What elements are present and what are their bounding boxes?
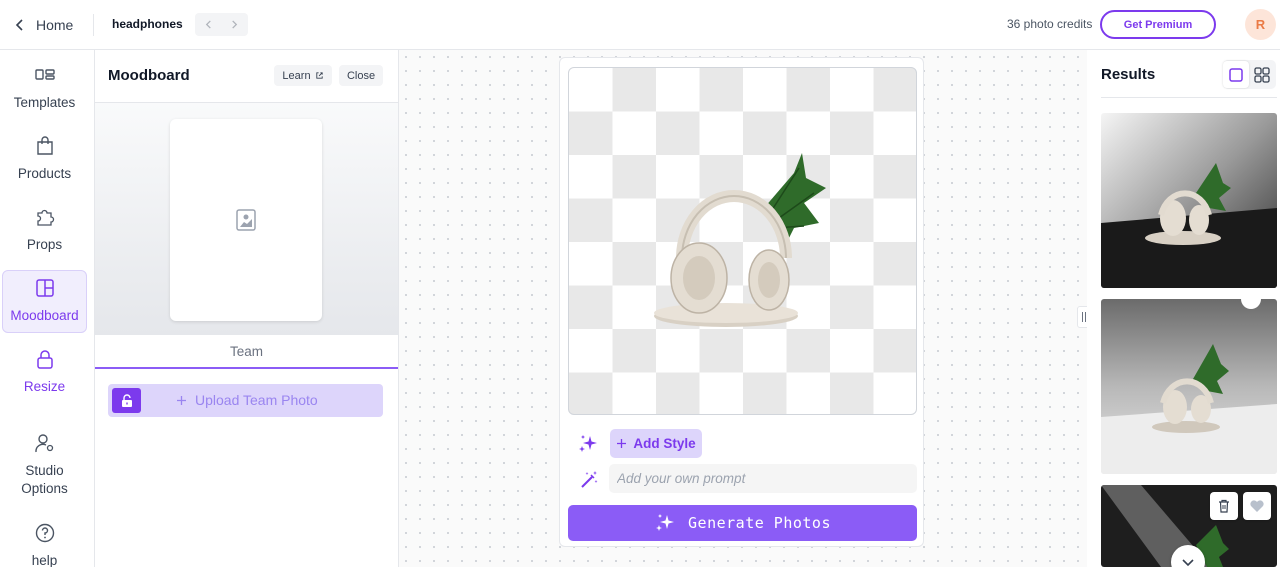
- nav-item-templates[interactable]: Templates: [2, 64, 87, 114]
- nav-item-resize[interactable]: Resize: [2, 348, 87, 398]
- puzzle-icon: [36, 209, 54, 226]
- shopping-bag-icon: [36, 136, 53, 155]
- home-label: Home: [36, 17, 74, 33]
- redo-button[interactable]: [221, 13, 247, 36]
- project-name: headphones: [112, 17, 183, 31]
- canvas-area: Add Style Generate Photos: [399, 50, 1091, 567]
- style-row: Add Style: [568, 428, 917, 460]
- generate-label: Generate Photos: [688, 514, 831, 532]
- generate-photos-button[interactable]: Generate Photos: [568, 505, 917, 541]
- avatar[interactable]: R: [1245, 9, 1276, 40]
- photo-credits: 36 photo credits: [1007, 17, 1093, 31]
- add-style-button[interactable]: Add Style: [610, 429, 702, 458]
- sparkles-icon: [579, 435, 597, 452]
- undo-redo-group: [195, 13, 248, 36]
- heart-icon: [1250, 500, 1264, 512]
- learn-button[interactable]: Learn: [274, 65, 332, 86]
- unlock-badge: [112, 388, 141, 413]
- panel-title: Moodboard: [108, 67, 190, 84]
- plus-icon: [177, 395, 186, 405]
- prompt-row: [568, 464, 917, 496]
- nav-item-studio-options[interactable]: Studio Options: [2, 432, 87, 500]
- close-button[interactable]: Close: [339, 65, 383, 86]
- thumbnail-actions: [1210, 492, 1271, 520]
- headphones-product-image[interactable]: [654, 148, 829, 333]
- results-panel: Results: [1087, 50, 1280, 567]
- divider: [93, 14, 94, 36]
- square-icon: [1229, 67, 1243, 82]
- chevron-down-icon: [1182, 559, 1194, 567]
- single-view-button[interactable]: [1223, 61, 1249, 88]
- moodboard-preview: [95, 102, 398, 335]
- plus-icon: [617, 439, 627, 448]
- chevron-left-icon: [15, 19, 23, 31]
- nav-item-help[interactable]: help: [2, 522, 87, 567]
- top-bar: Home headphones 36 photo credits Get Pre…: [0, 0, 1280, 50]
- moodboard-panel: Moodboard Learn Close Team Upload Team P…: [95, 50, 399, 567]
- get-premium-button[interactable]: Get Premium: [1100, 10, 1216, 39]
- result-thumbnail[interactable]: [1101, 485, 1277, 567]
- tab-team[interactable]: Team: [95, 335, 398, 369]
- editor-card: Add Style Generate Photos: [559, 57, 924, 547]
- chevron-left-icon: [205, 20, 211, 29]
- undo-button[interactable]: [195, 13, 221, 36]
- help-icon: [35, 523, 54, 543]
- learn-label: Learn: [282, 69, 311, 82]
- prompt-input[interactable]: [609, 464, 917, 493]
- moodboard-icon: [35, 279, 54, 297]
- grid-view-button[interactable]: [1249, 61, 1275, 88]
- nav-item-props[interactable]: Props: [2, 206, 87, 256]
- nav-label: Studio Options: [21, 463, 68, 496]
- upload-text: Upload Team Photo: [195, 392, 318, 408]
- chevron-right-icon: [231, 20, 237, 29]
- magic-wand-icon: [581, 471, 598, 488]
- divider: [1101, 97, 1277, 98]
- nav-label: Resize: [23, 379, 66, 394]
- grid-icon: [1254, 66, 1270, 83]
- add-style-label: Add Style: [633, 436, 696, 451]
- upload-label: Upload Team Photo: [176, 392, 318, 408]
- left-nav: Templates Products Props Moodboard Resiz…: [0, 50, 95, 567]
- image-placeholder-icon: [236, 209, 256, 231]
- results-title: Results: [1101, 66, 1156, 83]
- nav-label: help: [31, 553, 58, 567]
- product-canvas[interactable]: [568, 67, 917, 415]
- templates-icon: [34, 69, 55, 80]
- upload-team-photo-button[interactable]: Upload Team Photo: [108, 384, 383, 417]
- result-image: [1101, 113, 1277, 288]
- home-link[interactable]: Home: [14, 14, 73, 36]
- favorite-button[interactable]: [1243, 492, 1271, 520]
- trash-icon: [1219, 499, 1229, 513]
- nav-label: Products: [17, 166, 72, 181]
- nav-item-products[interactable]: Products: [2, 135, 87, 185]
- moodboard-card[interactable]: [170, 119, 322, 321]
- nav-item-moodboard[interactable]: Moodboard: [2, 270, 87, 333]
- delete-button[interactable]: [1210, 492, 1238, 520]
- sparkles-icon: [656, 514, 675, 531]
- user-settings-icon: [34, 434, 53, 453]
- lock-icon: [36, 350, 53, 369]
- result-thumbnail[interactable]: [1101, 299, 1277, 474]
- view-toggle: [1223, 60, 1276, 89]
- unlock-icon: [121, 393, 132, 407]
- result-image: [1101, 299, 1277, 474]
- nav-label: Props: [26, 237, 63, 252]
- result-thumbnail[interactable]: [1101, 113, 1277, 288]
- external-link-icon: [315, 72, 323, 79]
- nav-label: Moodboard: [10, 308, 79, 323]
- nav-label: Templates: [13, 95, 76, 110]
